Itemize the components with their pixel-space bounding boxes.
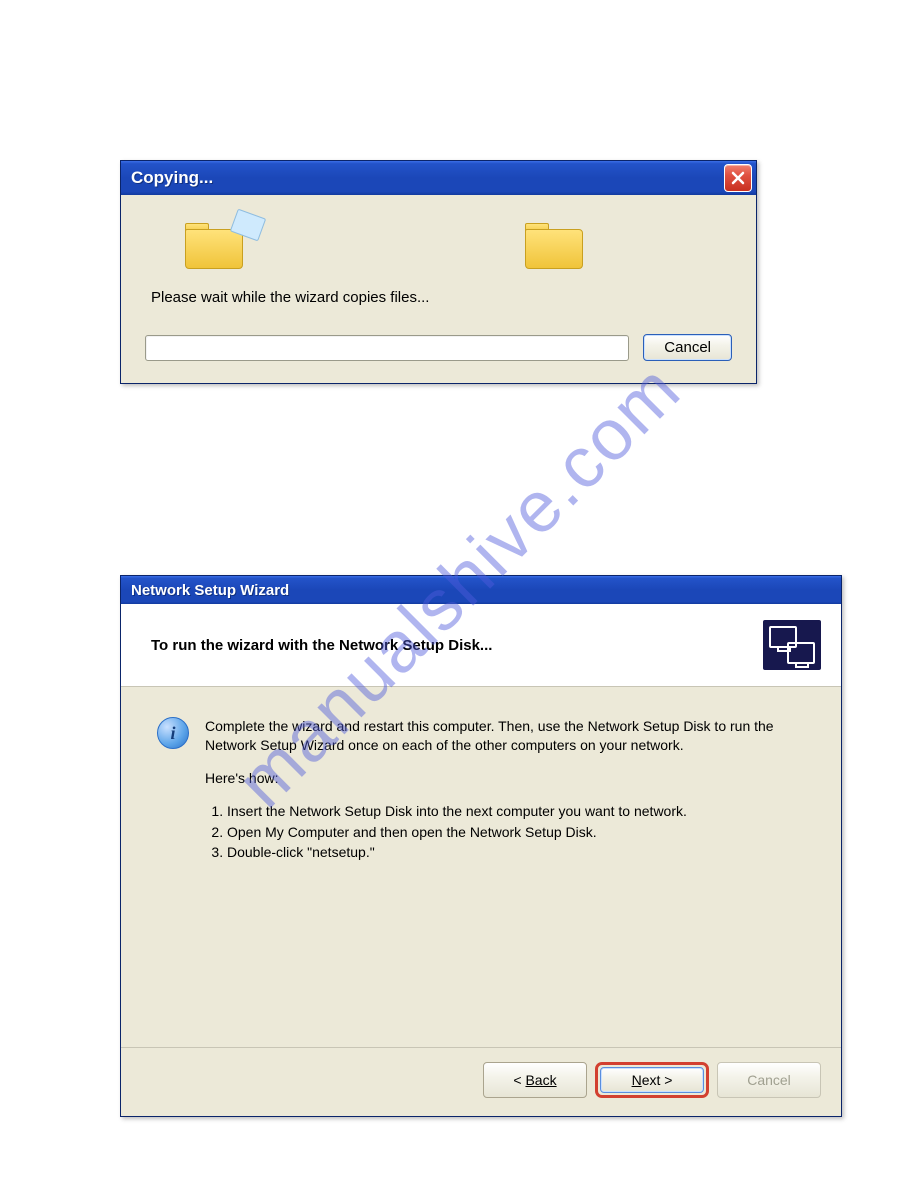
dest-folder-icon (525, 219, 585, 269)
wizard-intro-text: Complete the wizard and restart this com… (205, 717, 805, 755)
progress-bar (145, 335, 629, 361)
copying-title: Copying... (131, 168, 213, 188)
back-button[interactable]: < Back (483, 1062, 587, 1098)
close-icon[interactable] (724, 164, 752, 192)
cancel-button[interactable]: Cancel (643, 334, 732, 361)
wizard-titlebar[interactable]: Network Setup Wizard (121, 576, 841, 604)
wizard-heres-how: Here's how: (205, 769, 805, 788)
copying-message: Please wait while the wizard copies file… (151, 289, 732, 306)
wizard-header-title: To run the wizard with the Network Setup… (151, 637, 492, 654)
wizard-step: Open My Computer and then open the Netwo… (227, 823, 805, 842)
source-folder-icon (185, 219, 245, 269)
wizard-step: Double-click "netsetup." (227, 843, 805, 862)
next-button[interactable]: Next > (600, 1067, 704, 1093)
next-button-highlight: Next > (595, 1062, 709, 1098)
wizard-steps-list: Insert the Network Setup Disk into the n… (205, 802, 805, 863)
wizard-body: i Complete the wizard and restart this c… (121, 687, 841, 1047)
progress-row: Cancel (145, 334, 732, 361)
wizard-title: Network Setup Wizard (131, 582, 289, 599)
info-icon: i (157, 717, 189, 749)
copying-titlebar[interactable]: Copying... (121, 161, 756, 195)
network-computers-icon (763, 620, 821, 670)
wizard-footer: < Back Next > Cancel (121, 1047, 841, 1116)
wizard-header: To run the wizard with the Network Setup… (121, 604, 841, 687)
copying-body: Please wait while the wizard copies file… (121, 195, 756, 383)
cancel-button: Cancel (717, 1062, 821, 1098)
wizard-step: Insert the Network Setup Disk into the n… (227, 802, 805, 821)
wizard-content: Complete the wizard and restart this com… (205, 717, 805, 1037)
folder-animation-row (145, 213, 732, 283)
copying-dialog: Copying... Please wait while the wizard … (120, 160, 757, 384)
network-setup-wizard-dialog: Network Setup Wizard To run the wizard w… (120, 575, 842, 1117)
